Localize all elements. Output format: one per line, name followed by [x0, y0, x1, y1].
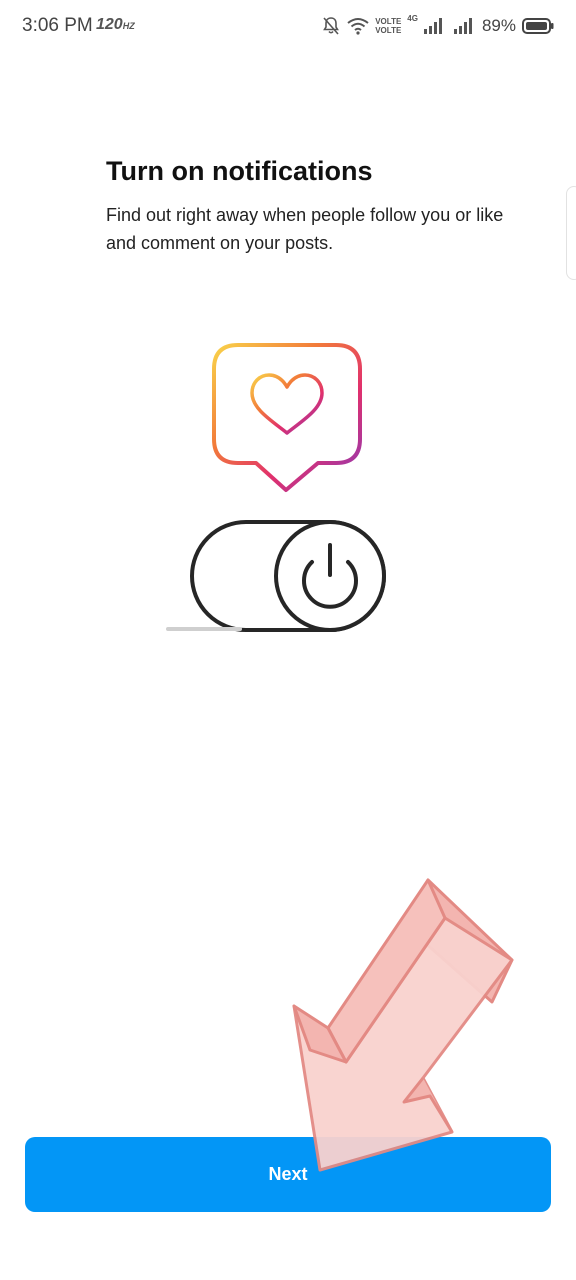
next-button[interactable]: Next	[25, 1137, 551, 1212]
edge-panel-handle[interactable]	[566, 186, 576, 280]
signal-icon	[423, 18, 442, 34]
status-time: 3:06 PM	[22, 15, 93, 36]
network-type: 4G	[407, 14, 418, 23]
refresh-rate-indicator: 120HZ	[96, 16, 135, 33]
refresh-rate-value: 120	[96, 16, 123, 33]
volte-label-2: VOLTE	[375, 26, 402, 35]
notifications-illustration	[160, 335, 400, 640]
page-description: Find out right away when people follow y…	[106, 205, 504, 253]
page-title: Turn on notifications	[106, 156, 373, 186]
notifications-screen: 3:06 PM 120HZ VOLTE VOLTE 4G 89% Turn on…	[0, 0, 576, 1280]
status-icons: VOLTE VOLTE 4G 89%	[321, 12, 554, 40]
pointer-arrow-icon	[280, 870, 530, 1180]
heart-bubble-icon	[212, 343, 362, 492]
status-bar: 3:06 PM 120HZ VOLTE VOLTE 4G 89%	[0, 0, 576, 52]
bell-off-icon	[321, 16, 341, 36]
battery-percent: 89%	[481, 16, 516, 35]
volte-label-1: VOLTE	[375, 17, 402, 26]
signal-icon-2	[453, 18, 476, 34]
power-toggle-icon	[166, 520, 386, 632]
battery-icon	[522, 18, 554, 34]
wifi-icon	[347, 17, 369, 35]
network-labels: VOLTE VOLTE	[375, 17, 401, 35]
